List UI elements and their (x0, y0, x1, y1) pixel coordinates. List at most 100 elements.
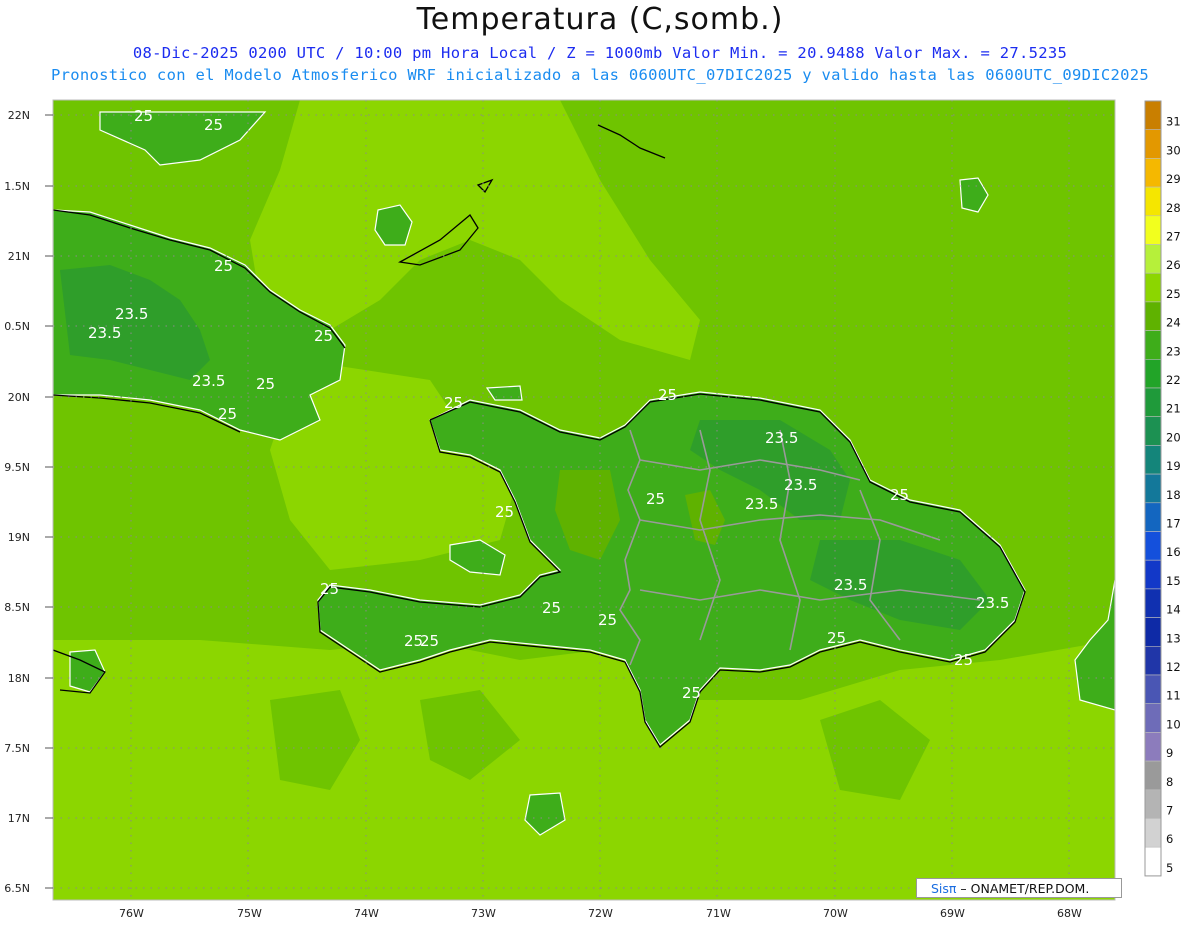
contour-label: 25 (256, 375, 275, 393)
colorbar-label: 23 (1166, 344, 1181, 358)
contour-label: 25 (542, 599, 561, 617)
valid-time-line: 08-Dic-2025 0200 UTC / 10:00 pm Hora Loc… (132, 44, 1068, 62)
colorbar-swatch (1144, 330, 1162, 360)
lat-tick-label: 8.5N (4, 601, 30, 614)
colorbar-swatch (1144, 760, 1162, 791)
colorbar-label: 5 (1166, 861, 1173, 875)
colorbar-swatch (1144, 531, 1162, 561)
colorbar-label: 11 (1166, 689, 1181, 703)
colorbar-swatch (1144, 674, 1162, 705)
contour-label: 25 (954, 651, 973, 669)
colorbar-swatch (1144, 244, 1162, 274)
contour-label: 25 (890, 486, 909, 504)
colorbar-label: 8 (1166, 775, 1173, 789)
colorbar-label: 24 (1166, 316, 1181, 330)
colorbar-label: 15 (1166, 574, 1181, 588)
colorbar-swatch (1144, 445, 1162, 475)
colorbar-swatch (1144, 789, 1162, 819)
lon-tick-label: 76W (119, 907, 144, 920)
colorbar-label: 16 (1166, 545, 1181, 559)
contour-label: 23.5 (784, 476, 817, 494)
lat-tick-label: 7.5N (4, 742, 30, 755)
colorbar-label: 9 (1166, 746, 1173, 760)
contour-label: 23.5 (745, 495, 778, 513)
contour-label: 25 (658, 386, 677, 404)
colorbar-swatch (1144, 645, 1162, 676)
model-info-line: Pronostico con el Modelo Atmosferico WRF… (50, 66, 1150, 84)
colorbar-swatch (1144, 129, 1162, 159)
lon-tick-label: 72W (588, 907, 613, 920)
colorbar-swatch (1144, 100, 1162, 131)
colorbar-swatch (1144, 358, 1162, 389)
map-title: Temperatura (C,somb.) (416, 2, 784, 37)
lat-tick-label: 9.5N (4, 461, 30, 474)
lon-tick-label: 75W (237, 907, 262, 920)
colorbar-label: 30 (1166, 143, 1181, 157)
lat-tick-label: 17N (8, 812, 30, 825)
lon-tick-label: 70W (823, 907, 848, 920)
lat-tick-label: 20N (8, 391, 30, 404)
lon-tick-label: 69W (940, 907, 965, 920)
colorbar-swatch (1144, 588, 1162, 618)
colorbar-swatch (1144, 473, 1162, 504)
colorbar-label: 25 (1166, 287, 1181, 301)
colorbar-label: 19 (1166, 459, 1181, 473)
lat-tick-label: 1.5N (4, 180, 30, 193)
colorbar-swatch (1144, 703, 1162, 733)
colorbar-swatch (1144, 559, 1162, 590)
lon-tick-label: 71W (706, 907, 731, 920)
contour-label: 23.5 (976, 594, 1009, 612)
contour-label: 23.5 (115, 305, 148, 323)
lon-tick-label: 68W (1057, 907, 1082, 920)
colorbar-label: 18 (1166, 488, 1181, 502)
colorbar-label: 31 (1166, 115, 1181, 129)
credit-box: Sisπ – ONAMET/REP.DOM. (916, 878, 1122, 898)
contour-label: 25 (444, 394, 463, 412)
sispi-logo-text: Sisπ (931, 881, 957, 896)
colorbar-swatch (1144, 215, 1162, 245)
colorbar-swatch (1144, 272, 1162, 303)
colorbar-swatch (1144, 301, 1162, 331)
colorbar-swatch (1144, 502, 1162, 532)
contour-label: 25 (420, 632, 439, 650)
contour-label: 25 (646, 490, 665, 508)
colorbar-label: 12 (1166, 660, 1181, 674)
colorbar-label: 14 (1166, 603, 1181, 617)
contour-label: 25 (495, 503, 514, 521)
colorbar-swatch (1144, 186, 1162, 217)
lat-tick-label: 19N (8, 531, 30, 544)
colorbar-label: 22 (1166, 373, 1181, 387)
colorbar-label: 27 (1166, 230, 1181, 244)
colorbar-swatch (1144, 732, 1162, 762)
lat-tick-label: 18N (8, 672, 30, 685)
colorbar-label: 21 (1166, 402, 1181, 416)
colorbar-swatch (1144, 416, 1162, 446)
contour-label: 23.5 (765, 429, 798, 447)
colorbar-swatch (1144, 846, 1162, 877)
lat-tick-label: 22N (8, 109, 30, 122)
longitude-axis: 76W 75W 74W 73W 72W 71W 70W 69W 68W (119, 907, 1082, 920)
colorbar-label: 28 (1166, 201, 1181, 215)
contour-label: 23.5 (88, 324, 121, 342)
colorbar-label: 6 (1166, 832, 1173, 846)
credit-text: – ONAMET/REP.DOM. (956, 881, 1090, 896)
contour-label: 25 (218, 405, 237, 423)
contour-label: 23.5 (192, 372, 225, 390)
contour-label: 25 (204, 116, 223, 134)
contour-label: 25 (134, 107, 153, 125)
colorbar-swatch (1144, 818, 1162, 848)
colorbar-label: 7 (1166, 804, 1173, 818)
colorbar-label: 26 (1166, 258, 1181, 272)
colorbar-swatch (1144, 158, 1162, 188)
colorbar-label: 29 (1166, 172, 1181, 186)
contour-label: 25 (320, 580, 339, 598)
latitude-ticks (45, 114, 53, 889)
colorbar-label: 13 (1166, 631, 1181, 645)
contour-label: 25 (214, 257, 233, 275)
contour-label: 23.5 (834, 576, 867, 594)
lat-tick-label: 21N (8, 250, 30, 263)
warm-band-south (53, 640, 1115, 900)
colorbar-swatch (1144, 617, 1162, 647)
colorbar: 31 30 29 28 27 26 25 24 23 22 21 20 19 18 17 16 15 14 13 12… (1144, 100, 1181, 877)
lat-tick-label: 6.5N (4, 882, 30, 895)
